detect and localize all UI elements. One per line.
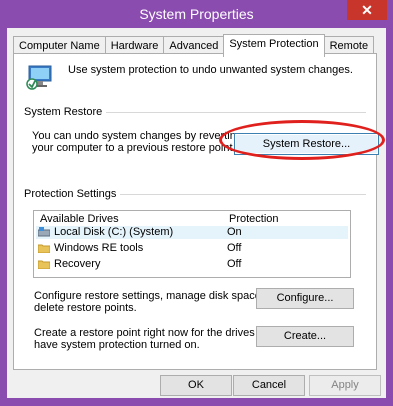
drive-name: Recovery <box>54 258 101 270</box>
drive-protection: Off <box>227 258 242 270</box>
protection-settings-group-title: Protection Settings <box>24 188 121 200</box>
annotation-circle <box>219 120 385 160</box>
system-restore-description-1: You can undo system changes by reverting <box>32 130 242 142</box>
intro-text: Use system protection to undo unwanted s… <box>68 64 353 76</box>
system-properties-window: System Properties ✕ Computer Name Hardwa… <box>0 0 393 406</box>
title-bar[interactable]: System Properties ✕ <box>0 0 393 28</box>
close-button[interactable]: ✕ <box>347 0 387 20</box>
drive-name: Local Disk (C:) (System) <box>54 226 174 238</box>
system-restore-description-2: your computer to a previous restore poin… <box>32 142 236 154</box>
system-restore-group-title: System Restore <box>24 106 107 118</box>
close-icon: ✕ <box>361 2 373 18</box>
create-description-2: have system protection turned on. <box>34 339 200 351</box>
ok-button[interactable]: OK <box>160 375 232 396</box>
drive-protection: Off <box>227 242 242 254</box>
cancel-button[interactable]: Cancel <box>233 375 305 396</box>
list-item[interactable]: Windows RE tools Off <box>36 242 348 255</box>
configure-description-1: Configure restore settings, manage disk … <box>34 290 286 302</box>
tab-system-protection[interactable]: System Protection <box>223 34 325 57</box>
dialog-client: Computer Name Hardware Advanced System P… <box>7 28 386 398</box>
window-title: System Properties <box>139 6 254 22</box>
system-protection-icon <box>26 65 52 90</box>
configure-button[interactable]: Configure... <box>256 288 354 309</box>
apply-button[interactable]: Apply <box>309 375 381 396</box>
create-description-1: Create a restore point right now for the… <box>34 327 277 339</box>
configure-description-2: delete restore points. <box>34 302 137 314</box>
tab-strip: Computer Name Hardware Advanced System P… <box>13 34 375 57</box>
column-header-drives[interactable]: Available Drives <box>40 213 119 225</box>
list-item[interactable]: Recovery Off <box>36 258 348 271</box>
folder-icon <box>38 244 50 253</box>
folder-icon <box>38 260 50 269</box>
system-drive-icon <box>38 227 50 237</box>
drive-name: Windows RE tools <box>54 242 144 254</box>
drives-list[interactable]: Available Drives Protection Local Disk (… <box>33 210 351 278</box>
column-header-protection[interactable]: Protection <box>229 213 279 225</box>
create-button[interactable]: Create... <box>256 326 354 347</box>
drive-protection: On <box>227 226 242 238</box>
list-item[interactable]: Local Disk (C:) (System) On <box>36 226 348 239</box>
